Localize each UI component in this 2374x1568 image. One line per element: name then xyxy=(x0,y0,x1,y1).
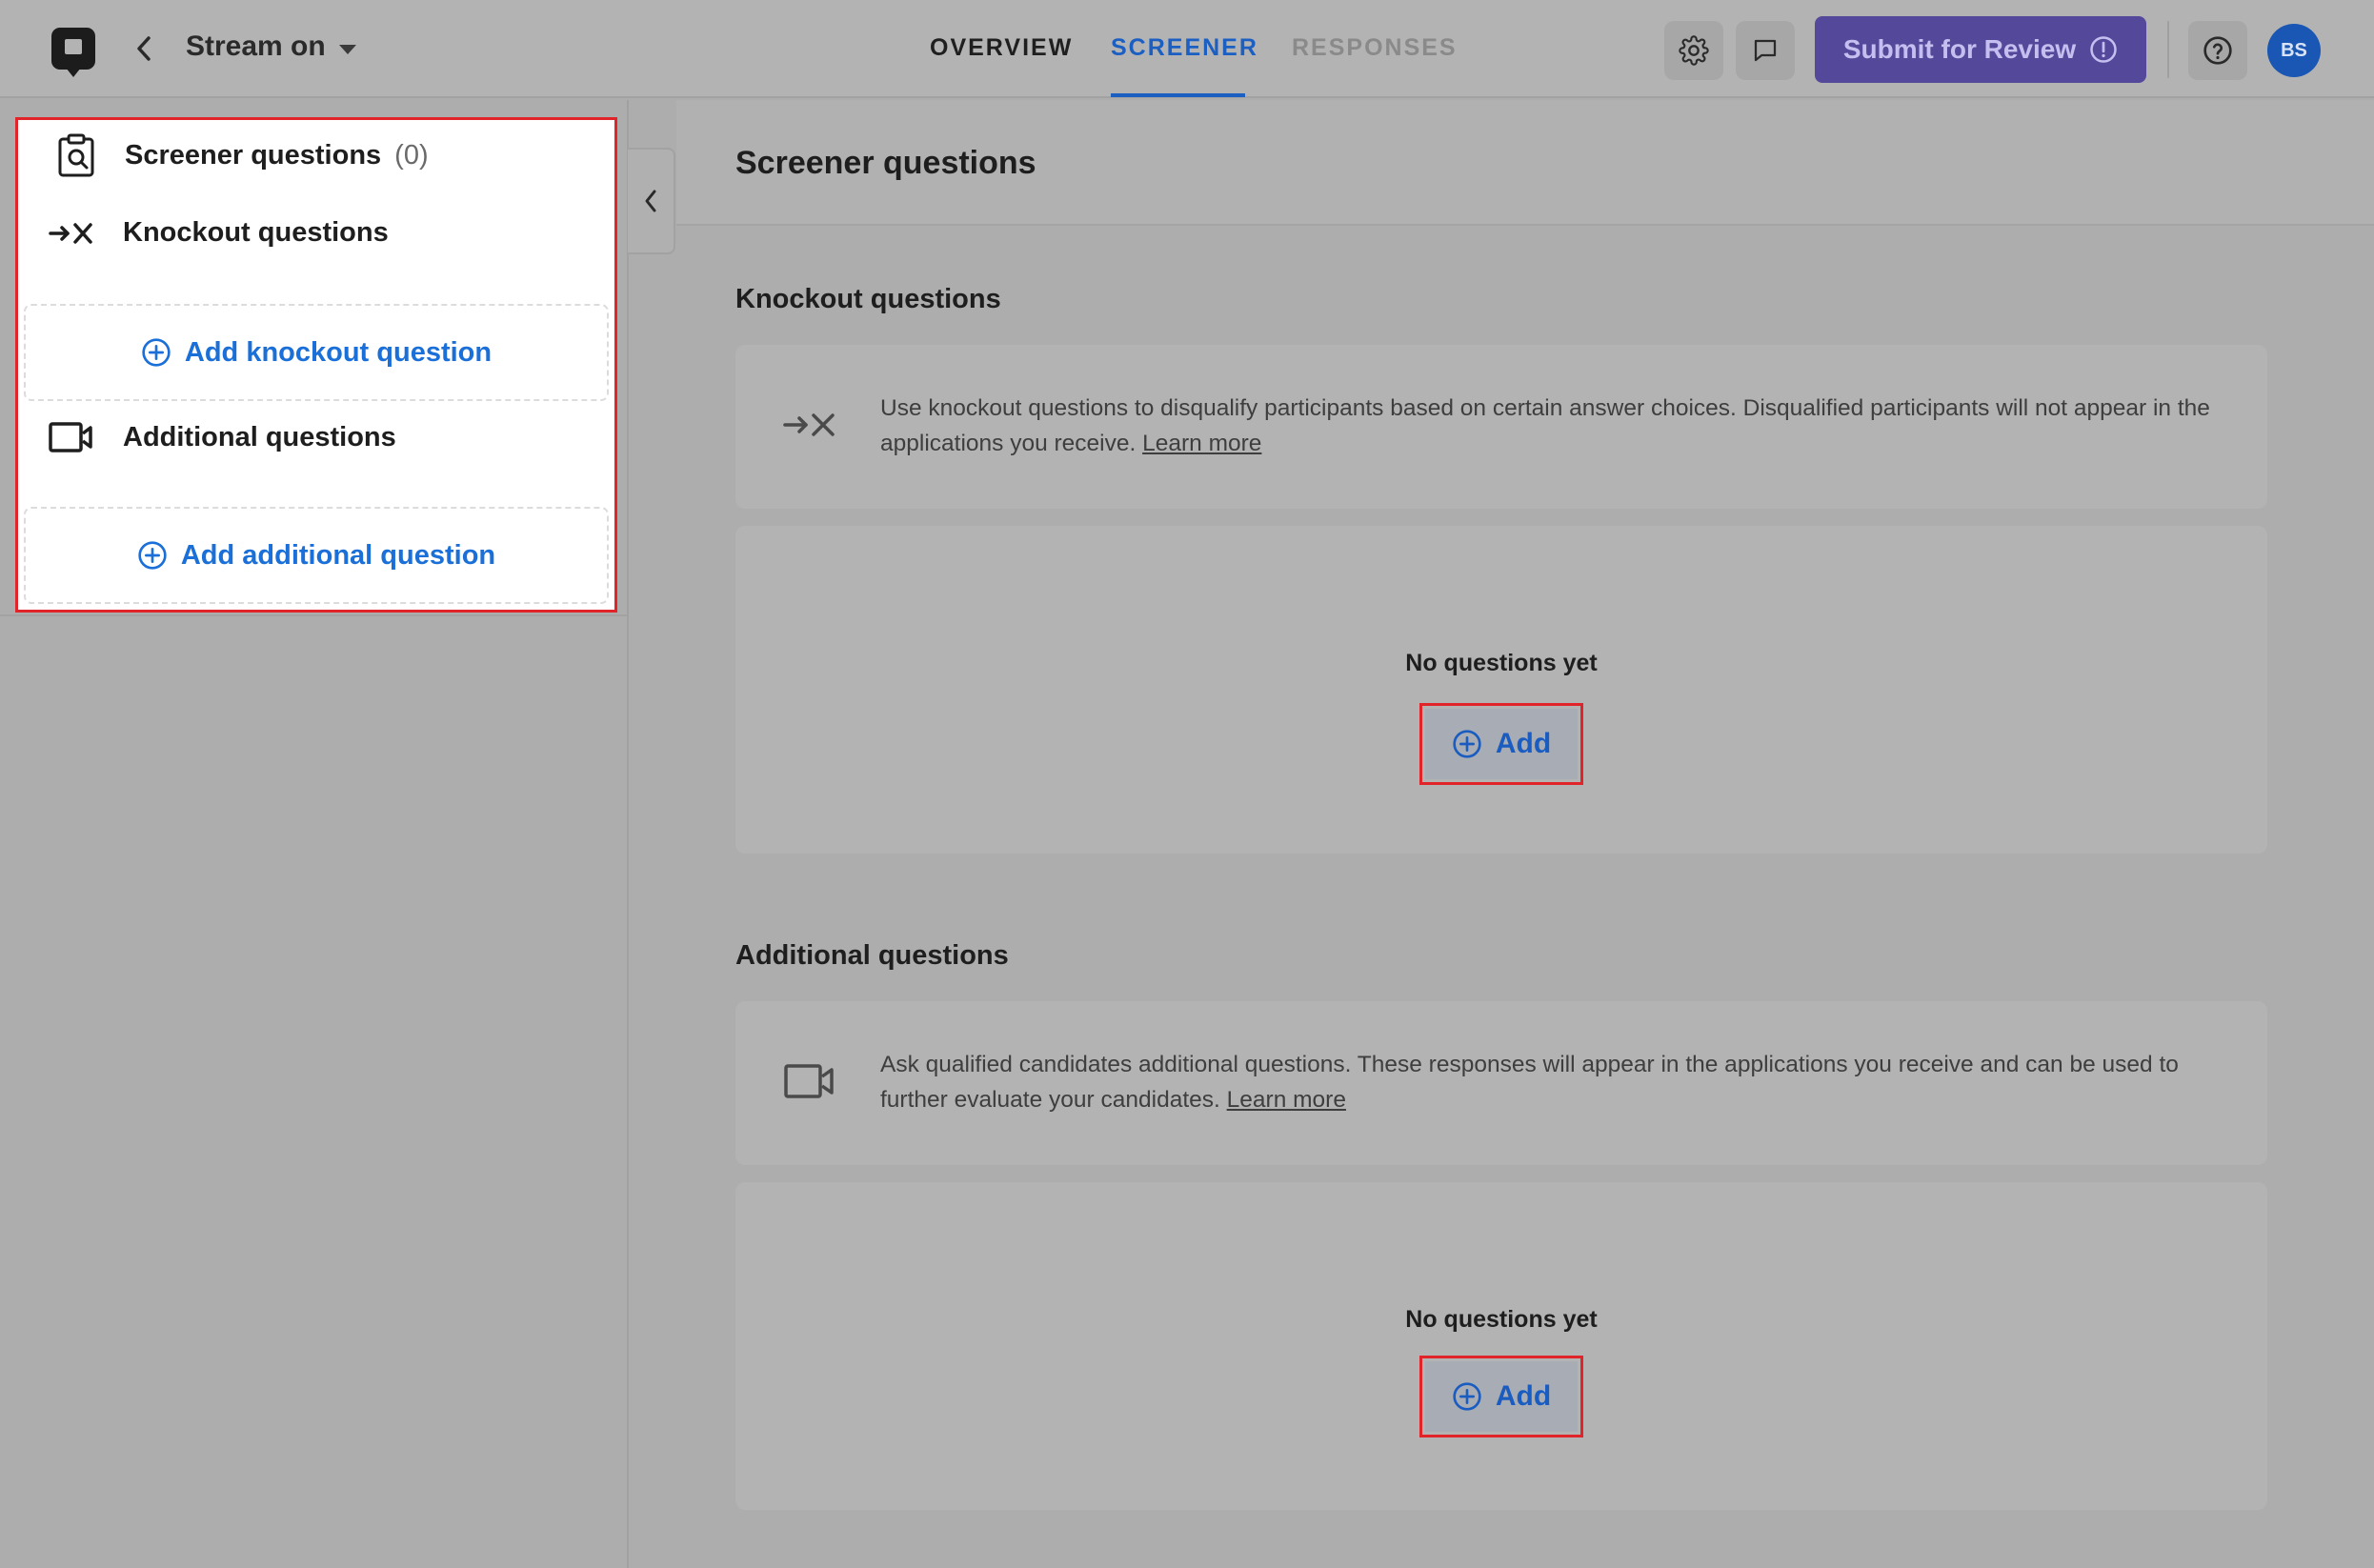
knockout-info-card: Use knockout questions to disqualify par… xyxy=(735,345,2267,509)
sidebar-item-knockout[interactable]: Knockout questions xyxy=(49,217,389,249)
sidebar-additional-label: Additional questions xyxy=(123,421,396,452)
gear-icon xyxy=(1679,35,1709,66)
collapse-sidebar-button[interactable] xyxy=(628,148,675,254)
add-knockout-button[interactable]: Add xyxy=(1419,703,1583,785)
additional-description: Ask qualified candidates additional ques… xyxy=(880,1047,2252,1117)
add-additional-button-label: Add xyxy=(1495,1380,1552,1412)
plus-circle-icon xyxy=(138,541,167,570)
tab-screener[interactable]: SCREENER xyxy=(1111,34,1258,62)
add-additional-button-inner: Add xyxy=(1425,1361,1578,1432)
project-title[interactable]: Stream on xyxy=(186,30,326,63)
additional-info-card: Ask qualified candidates additional ques… xyxy=(735,1001,2267,1165)
video-camera-icon xyxy=(49,422,92,452)
video-camera-icon xyxy=(783,1058,836,1104)
plus-circle-icon xyxy=(142,338,171,367)
sidebar-screener-count: (0) xyxy=(394,139,429,171)
comment-icon xyxy=(1754,39,1777,62)
caret-down-icon[interactable] xyxy=(339,45,356,54)
add-additional-button[interactable]: Add xyxy=(1419,1356,1583,1437)
top-bar: Stream on OVERVIEW SCREENER RESPONSES Su… xyxy=(0,0,2374,98)
help-button[interactable] xyxy=(2188,21,2247,80)
additional-section-title: Additional questions xyxy=(735,940,1009,971)
page-title: Screener questions xyxy=(735,145,1036,181)
sidebar-outline-panel: Screener questions (0) Knockout question… xyxy=(15,117,617,613)
submit-for-review-button[interactable]: Submit for Review xyxy=(1815,16,2146,83)
knockout-section-title: Knockout questions xyxy=(735,284,1001,314)
knockout-description: Use knockout questions to disqualify par… xyxy=(880,391,2252,461)
sidebar-item-additional[interactable]: Additional questions xyxy=(49,421,396,453)
add-knockout-question-button[interactable]: Add knockout question xyxy=(24,304,609,401)
active-tab-indicator xyxy=(1111,93,1245,97)
plus-circle-icon xyxy=(1453,1382,1481,1411)
arrow-x-icon xyxy=(783,402,836,448)
logo-tail-icon xyxy=(66,68,81,77)
arrow-x-icon xyxy=(49,222,92,244)
settings-button[interactable] xyxy=(1664,21,1723,80)
additional-empty-label: No questions yet xyxy=(1405,1306,1598,1333)
add-additional-label: Add additional question xyxy=(180,539,496,571)
additional-learn-more-link[interactable]: Learn more xyxy=(1227,1087,1346,1113)
add-knockout-button-label: Add xyxy=(1495,728,1552,759)
add-knockout-label: Add knockout question xyxy=(184,336,493,368)
additional-empty-card: No questions yet Add xyxy=(735,1182,2267,1510)
question-circle-icon xyxy=(2203,36,2232,65)
exclamation-circle-icon xyxy=(2090,36,2117,63)
sidebar-divider xyxy=(0,614,627,616)
knockout-learn-more-link[interactable]: Learn more xyxy=(1142,431,1261,456)
knockout-description-text: Use knockout questions to disqualify par… xyxy=(880,395,2210,456)
additional-description-text: Ask qualified candidates additional ques… xyxy=(880,1052,2179,1113)
tab-responses[interactable]: RESPONSES xyxy=(1292,34,1458,62)
submit-label: Submit for Review xyxy=(1842,34,2077,64)
sidebar-item-screener[interactable]: Screener questions (0) xyxy=(56,133,429,177)
knockout-empty-card: No questions yet Add xyxy=(735,526,2267,854)
sidebar-screener-label: Screener questions xyxy=(125,139,382,171)
sidebar-knockout-label: Knockout questions xyxy=(123,217,389,248)
add-knockout-button-inner: Add xyxy=(1425,709,1578,779)
clipboard-search-icon xyxy=(58,133,94,177)
plus-circle-icon xyxy=(1453,730,1481,758)
app-logo-icon[interactable] xyxy=(51,28,95,70)
knockout-empty-label: No questions yet xyxy=(1405,650,1598,676)
chevron-left-icon xyxy=(645,190,656,212)
back-button[interactable] xyxy=(131,32,156,65)
header-divider xyxy=(2167,21,2169,78)
add-additional-question-button[interactable]: Add additional question xyxy=(24,507,609,604)
chevron-left-icon xyxy=(137,36,151,61)
sidebar: Screener questions (0) Knockout question… xyxy=(0,100,629,1568)
comment-button[interactable] xyxy=(1736,21,1795,80)
tab-overview[interactable]: OVERVIEW xyxy=(930,34,1073,62)
avatar[interactable]: BS xyxy=(2267,24,2321,77)
